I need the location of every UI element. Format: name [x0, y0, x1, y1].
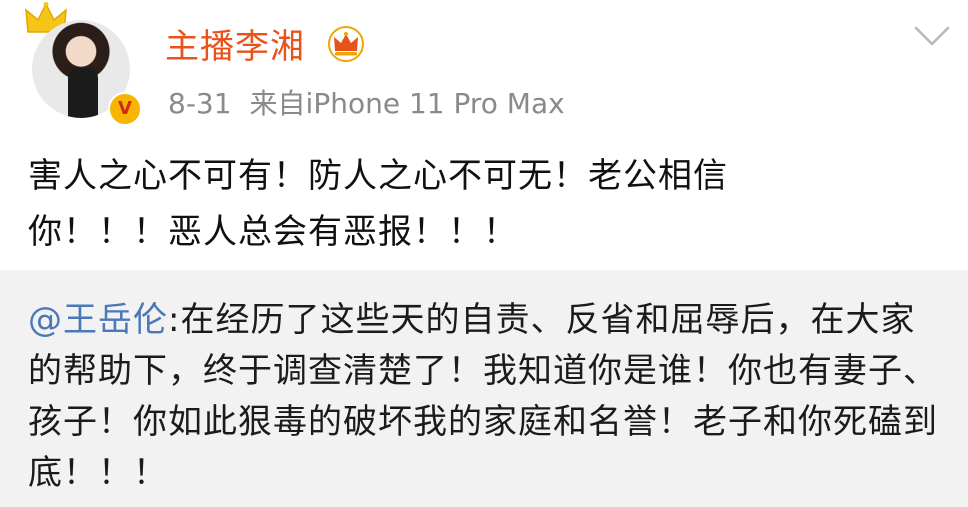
post-source: 来自iPhone 11 Pro Max	[249, 87, 565, 120]
reposted-content[interactable]: @王岳伦:在经历了这些天的自责、反省和屈辱后，在大家的帮助下，终于调查清楚了！我…	[0, 270, 968, 507]
repost-body: @王岳伦:在经历了这些天的自责、反省和屈辱后，在大家的帮助下，终于调查清楚了！我…	[28, 295, 946, 499]
post-date: 8-31	[168, 87, 232, 120]
avatar-figure	[68, 68, 98, 118]
verified-v-icon: V	[108, 92, 142, 126]
post-meta: 8-31 来自iPhone 11 Pro Max	[168, 82, 565, 122]
chevron-down-icon[interactable]	[912, 22, 952, 50]
avatar-container[interactable]: V	[25, 2, 142, 126]
post-line: 害人之心不可有！防人之心不可无！老公相信	[28, 156, 728, 196]
post-body: 害人之心不可有！防人之心不可无！老公相信 你！！！恶人总会有恶报！！！	[28, 148, 858, 260]
mention-link[interactable]: @王岳伦	[28, 300, 168, 340]
crown-icon[interactable]	[327, 25, 365, 63]
username[interactable]: 主播李湘	[165, 19, 305, 68]
post-line: 你！！！恶人总会有恶报！！！	[28, 212, 518, 252]
